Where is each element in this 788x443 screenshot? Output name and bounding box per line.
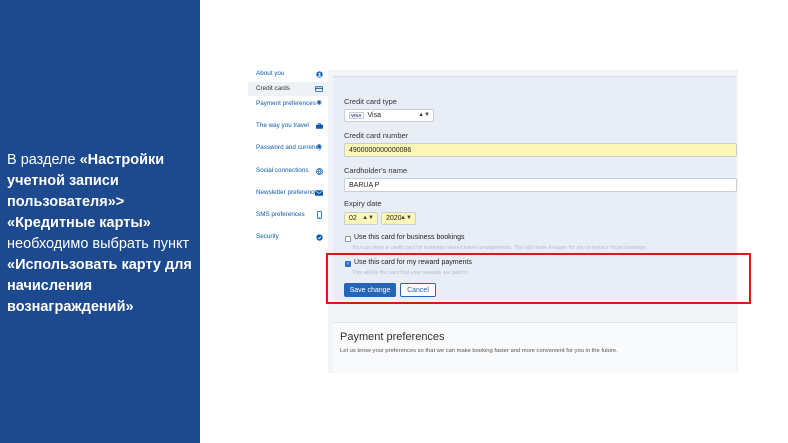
cardholder-label: Cardholder's name	[344, 166, 408, 175]
settings-sidebar: About you Credit cards Payment preferenc…	[248, 70, 328, 373]
sidebar-item-label: About you	[256, 70, 285, 77]
select-arrows-icon: ▲▼	[362, 215, 374, 221]
instruction-bold-2: «Использовать карту для начисления возна…	[7, 257, 192, 315]
gear-icon: ✺	[316, 144, 322, 152]
person-icon	[315, 70, 323, 78]
card-number-label: Credit card number	[344, 131, 409, 140]
highlight-box	[326, 253, 751, 304]
sidebar-item-payment-preferences[interactable]: Payment preferences ✺	[248, 100, 328, 108]
payment-preferences-section: Payment preferences Let us know your pre…	[333, 322, 736, 373]
shield-check-icon	[315, 233, 323, 241]
envelope-icon	[315, 189, 323, 197]
select-arrows-icon: ▲▼	[418, 112, 430, 118]
card-type-label: Credit card type	[344, 97, 397, 106]
sidebar-item-label: Security	[256, 233, 279, 240]
expiry-month-select[interactable]: 02 ▲▼	[344, 212, 378, 225]
expiry-date-label: Expiry date	[344, 199, 382, 208]
gear-icon: ✺	[316, 100, 322, 108]
instruction-text: В разделе «Настройки учетной записи поль…	[7, 150, 197, 318]
visa-logo-icon: VISA	[349, 112, 364, 119]
card-icon	[315, 85, 323, 93]
sidebar-item-newsletter-preferences[interactable]: Newsletter preferences	[248, 189, 328, 197]
instruction-part-2: необходимо выбрать пункт	[7, 236, 190, 252]
sidebar-item-label: Password and currency	[256, 144, 322, 151]
expiry-year-select[interactable]: 2020 ▲▼	[381, 212, 416, 225]
sidebar-item-credit-cards[interactable]: Credit cards	[248, 82, 328, 96]
briefcase-icon	[315, 122, 323, 130]
sidebar-item-label: Payment preferences	[256, 100, 316, 107]
sidebar-item-label: Social connections	[256, 167, 309, 174]
sidebar-item-label: The way you travel	[256, 122, 309, 129]
select-arrows-icon: ▲▼	[400, 215, 412, 221]
sidebar-item-security[interactable]: Security	[248, 233, 328, 241]
instruction-part-1: В разделе	[7, 152, 80, 168]
globe-icon	[315, 167, 323, 175]
expiry-month-value: 02	[349, 215, 357, 222]
card-type-select[interactable]: VISA Visa ▲▼	[344, 109, 434, 122]
business-bookings-checkbox[interactable]	[345, 236, 351, 242]
card-number-input[interactable]: 4900000000000086	[344, 143, 737, 157]
account-settings-screenshot: About you Credit cards Payment preferenc…	[233, 70, 748, 373]
sidebar-item-password-currency[interactable]: Password and currency ✺	[248, 144, 328, 152]
business-bookings-hint: You can store a credit card for business…	[352, 245, 648, 251]
sidebar-item-label: Credit cards	[256, 85, 290, 92]
payment-preferences-title: Payment preferences	[340, 331, 445, 343]
phone-icon	[315, 211, 323, 219]
settings-content: Credit card type VISA Visa ▲▼ Credit car…	[328, 70, 738, 373]
sidebar-item-social-connections[interactable]: Social connections	[248, 167, 328, 175]
business-bookings-label: Use this card for business bookings	[354, 234, 465, 241]
sidebar-item-the-way-you-travel[interactable]: The way you travel	[248, 122, 328, 130]
sidebar-item-label: Newsletter preferences	[256, 189, 321, 196]
sidebar-item-about-you[interactable]: About you	[248, 70, 328, 78]
instruction-panel: В разделе «Настройки учетной записи поль…	[0, 0, 200, 443]
card-type-value: Visa	[367, 112, 382, 119]
payment-preferences-subtitle: Let us know your preferences so that we …	[340, 348, 618, 354]
cardholder-input[interactable]: BARUA P	[344, 178, 737, 192]
sidebar-item-label: SMS preferences	[256, 211, 305, 218]
sidebar-item-sms-preferences[interactable]: SMS preferences	[248, 211, 328, 219]
